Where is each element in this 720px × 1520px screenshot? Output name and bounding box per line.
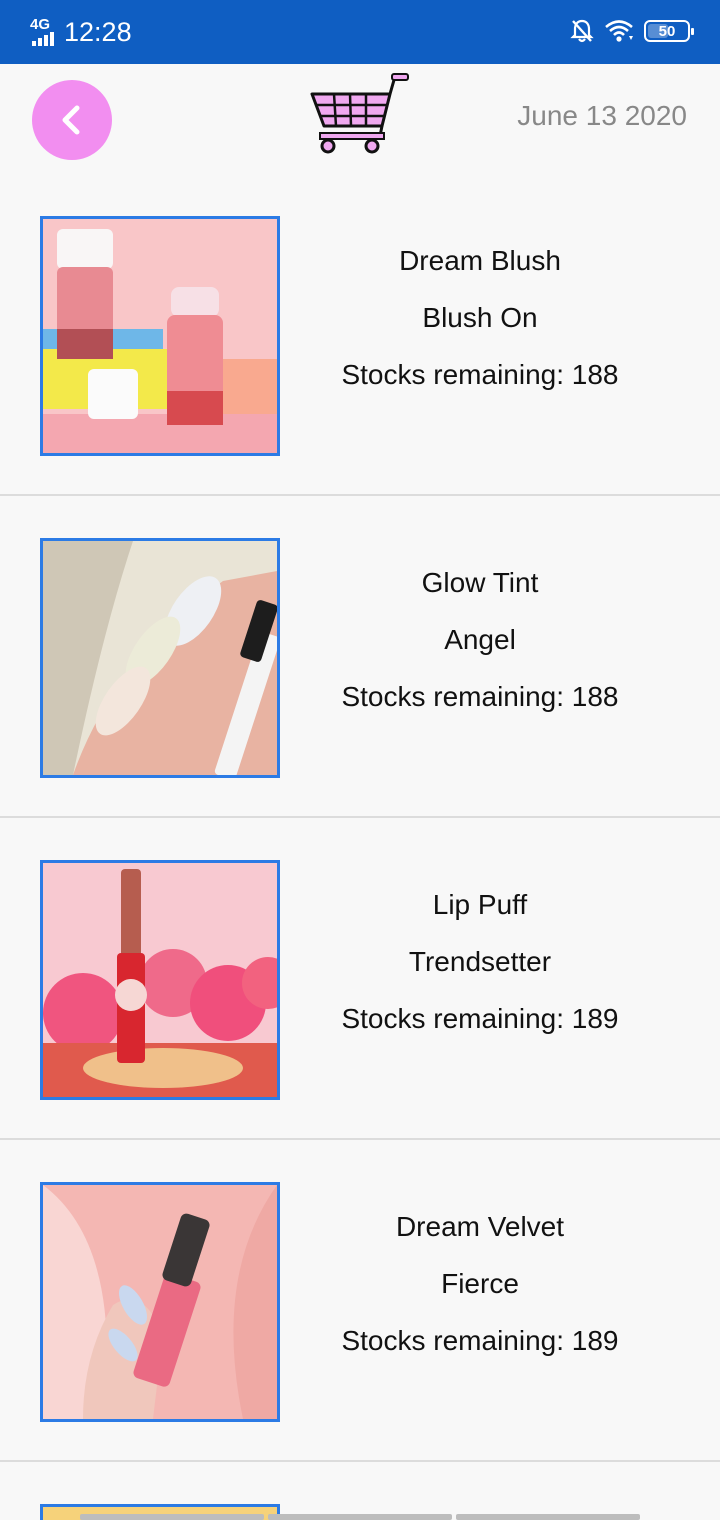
product-info: Lip Puff Trendsetter Stocks remaining: 1… [300, 876, 660, 1047]
product-name: Glow Tint [421, 567, 539, 598]
product-stock: Stocks remaining: 189 [341, 1325, 619, 1356]
product-row[interactable]: Dream Velvet Fierce Stocks remaining: 18… [0, 1140, 720, 1462]
product-image [40, 538, 280, 778]
product-name: Dream Blush [399, 245, 561, 276]
product-row-partial[interactable] [0, 1462, 720, 1520]
product-stock: Stocks remaining: 189 [341, 1003, 619, 1034]
product-image [40, 860, 280, 1100]
product-shade: Trendsetter [408, 946, 552, 977]
product-info: Dream Velvet Fierce Stocks remaining: 18… [300, 1198, 660, 1369]
product-name: Dream Velvet [395, 1211, 565, 1242]
product-name: Lip Puff [432, 889, 528, 920]
status-left: 4G 12:28 [30, 14, 132, 50]
header-date: June 13 2020 [517, 100, 687, 131]
product-row[interactable]: Glow Tint Angel Stocks remaining: 188 [0, 496, 720, 818]
product-image [40, 1182, 280, 1422]
product-info: Dream Blush Blush On Stocks remaining: 1… [300, 232, 660, 403]
back-button[interactable] [32, 80, 112, 160]
battery-level: 50 [658, 22, 676, 40]
product-shade: Fierce [441, 1268, 519, 1299]
product-shade: Angel [444, 624, 516, 655]
product-stock: Stocks remaining: 188 [341, 681, 619, 712]
status-bar: 4G 12:28 50 [0, 0, 720, 64]
product-shade: Blush On [422, 302, 538, 333]
network-type: 4G [30, 15, 51, 33]
product-image [40, 216, 280, 456]
scroll-indicator [80, 1514, 640, 1520]
wifi-icon [605, 20, 633, 42]
chevron-left-icon [62, 105, 80, 135]
product-stock: Stocks remaining: 188 [341, 359, 619, 390]
shopping-cart-icon [310, 73, 409, 154]
notifications-off-icon [570, 19, 594, 43]
signal-icon [32, 32, 55, 46]
product-row[interactable]: Dream Blush Blush On Stocks remaining: 1… [0, 174, 720, 496]
product-list: Dream Blush Blush On Stocks remaining: 1… [0, 174, 720, 1462]
status-right: 50 [570, 18, 694, 44]
clock: 12:28 [64, 16, 132, 47]
product-info: Glow Tint Angel Stocks remaining: 188 [300, 554, 660, 725]
product-row[interactable]: Lip Puff Trendsetter Stocks remaining: 1… [0, 818, 720, 1140]
battery-icon: 50 [644, 20, 694, 42]
